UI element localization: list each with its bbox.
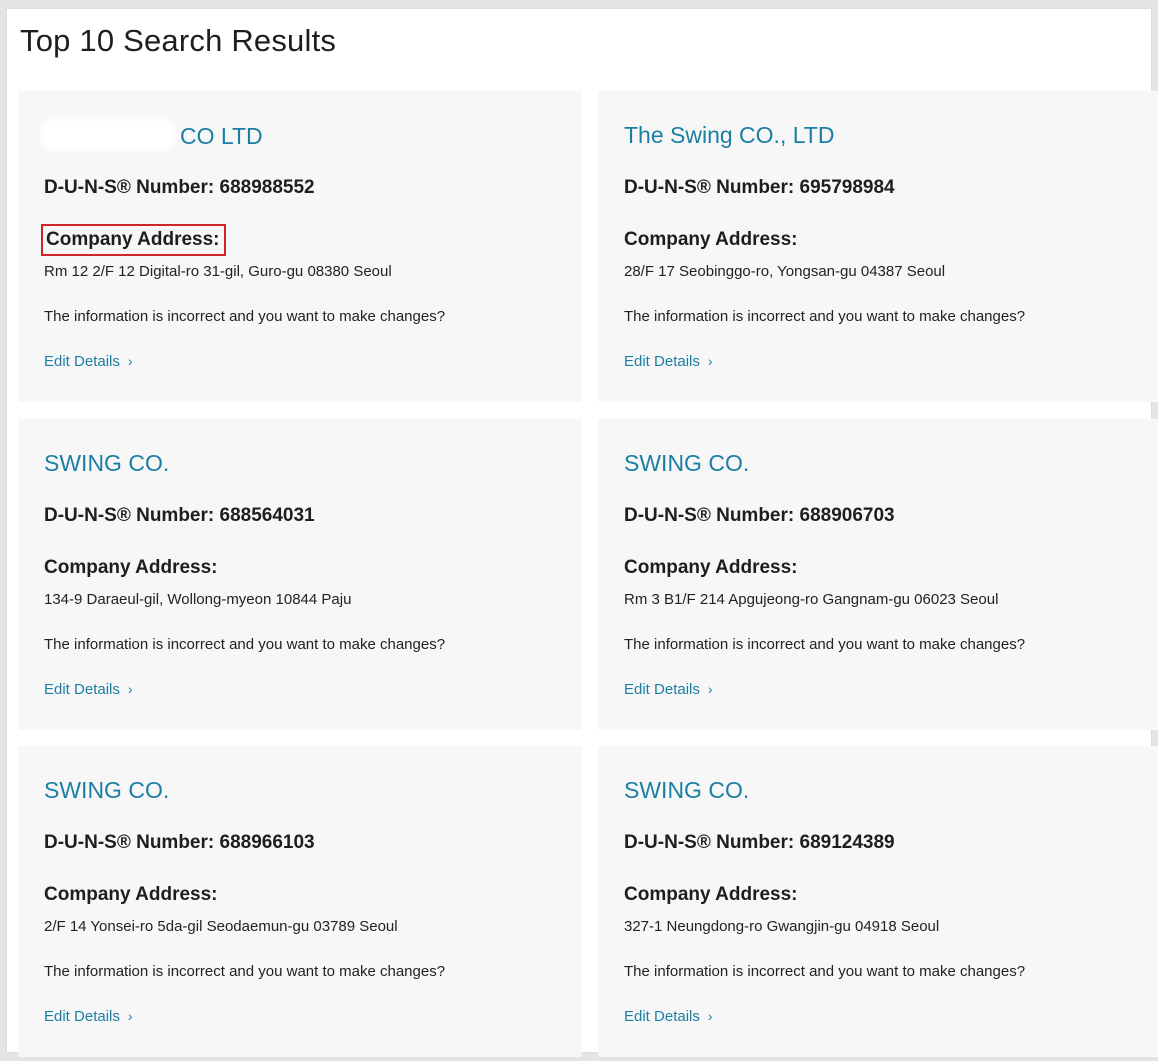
edit-details-label: Edit Details bbox=[44, 1008, 120, 1025]
chevron-right-icon: › bbox=[707, 681, 713, 697]
edit-details-label: Edit Details bbox=[44, 681, 120, 698]
company-name-link[interactable]: SWING CO. bbox=[624, 450, 749, 477]
company-address-label: Company Address: bbox=[41, 224, 226, 256]
duns-number: D-U-N-S® Number: 688966103 bbox=[44, 832, 315, 854]
company-address-label: Company Address: bbox=[44, 557, 218, 578]
result-card: SWING CO. D-U-N-S® Number: 689124389 Com… bbox=[598, 746, 1158, 1057]
incorrect-info-prompt: The information is incorrect and you wan… bbox=[624, 636, 1026, 653]
chevron-right-icon: › bbox=[127, 1008, 133, 1024]
duns-number: D-U-N-S® Number: 695798984 bbox=[624, 177, 895, 199]
search-results-panel: Top 10 Search Results CO LTD D-U-N-S® Nu… bbox=[6, 8, 1158, 1057]
company-address-label: Company Address: bbox=[624, 229, 798, 250]
chevron-right-icon: › bbox=[127, 353, 133, 369]
chevron-right-icon: › bbox=[707, 353, 713, 369]
company-name-link[interactable]: SWING CO. bbox=[44, 777, 169, 804]
incorrect-info-prompt: The information is incorrect and you wan… bbox=[624, 308, 1026, 325]
edit-details-link[interactable]: Edit Details › bbox=[624, 1008, 713, 1025]
company-address: 28/F 17 Seobinggo-ro, Yongsan-gu 04387 S… bbox=[624, 263, 946, 280]
incorrect-info-prompt: The information is incorrect and you wan… bbox=[44, 963, 446, 980]
duns-number: D-U-N-S® Number: 688564031 bbox=[44, 505, 315, 527]
duns-value: 688906703 bbox=[799, 505, 895, 526]
duns-label: D-U-N-S® Number: bbox=[44, 177, 220, 198]
company-address: 327-1 Neungdong-ro Gwangjin-gu 04918 Seo… bbox=[624, 918, 940, 935]
result-card: SWING CO. D-U-N-S® Number: 688564031 Com… bbox=[18, 419, 582, 730]
result-card: SWING CO. D-U-N-S® Number: 688906703 Com… bbox=[598, 419, 1158, 730]
duns-value: 688988552 bbox=[219, 177, 315, 198]
duns-label: D-U-N-S® Number: bbox=[44, 832, 220, 853]
edit-details-label: Edit Details bbox=[624, 1008, 700, 1025]
duns-label: D-U-N-S® Number: bbox=[624, 177, 800, 198]
company-address: 2/F 14 Yonsei-ro 5da-gil Seodaemun-gu 03… bbox=[44, 918, 398, 935]
duns-value: 695798984 bbox=[799, 177, 895, 198]
duns-number: D-U-N-S® Number: 688906703 bbox=[624, 505, 895, 527]
chevron-right-icon: › bbox=[707, 1008, 713, 1024]
company-address-label: Company Address: bbox=[624, 884, 798, 905]
duns-number: D-U-N-S® Number: 688988552 bbox=[44, 177, 315, 199]
result-card: The Swing CO., LTD D-U-N-S® Number: 6957… bbox=[598, 91, 1158, 402]
duns-value: 688564031 bbox=[219, 505, 315, 526]
company-address-label: Company Address: bbox=[624, 557, 798, 578]
company-name-link[interactable]: SWING CO. bbox=[44, 450, 169, 477]
incorrect-info-prompt: The information is incorrect and you wan… bbox=[44, 308, 446, 325]
edit-details-link[interactable]: Edit Details › bbox=[44, 681, 133, 698]
duns-label: D-U-N-S® Number: bbox=[624, 505, 800, 526]
result-card: SWING CO. D-U-N-S® Number: 688966103 Com… bbox=[18, 746, 582, 1057]
edit-details-label: Edit Details bbox=[624, 681, 700, 698]
page-title: Top 10 Search Results bbox=[20, 23, 337, 58]
company-name-link[interactable]: SWING CO. bbox=[624, 777, 749, 804]
incorrect-info-prompt: The information is incorrect and you wan… bbox=[624, 963, 1026, 980]
company-name-link[interactable]: CO LTD bbox=[44, 122, 263, 150]
edit-details-link[interactable]: Edit Details › bbox=[44, 1008, 133, 1025]
redacted-name-block bbox=[44, 122, 172, 148]
edit-details-link[interactable]: Edit Details › bbox=[44, 353, 133, 370]
duns-value: 688966103 bbox=[219, 832, 315, 853]
company-address: Rm 3 B1/F 214 Apgujeong-ro Gangnam-gu 06… bbox=[624, 591, 999, 608]
result-card: CO LTD D-U-N-S® Number: 688988552 Compan… bbox=[18, 91, 582, 402]
edit-details-label: Edit Details bbox=[44, 353, 120, 370]
duns-value: 689124389 bbox=[799, 832, 895, 853]
edit-details-link[interactable]: Edit Details › bbox=[624, 681, 713, 698]
company-address: Rm 12 2/F 12 Digital-ro 31-gil, Guro-gu … bbox=[44, 263, 392, 280]
edit-details-link[interactable]: Edit Details › bbox=[624, 353, 713, 370]
duns-label: D-U-N-S® Number: bbox=[624, 832, 800, 853]
incorrect-info-prompt: The information is incorrect and you wan… bbox=[44, 636, 446, 653]
company-name-text: CO LTD bbox=[180, 123, 263, 149]
duns-number: D-U-N-S® Number: 689124389 bbox=[624, 832, 895, 854]
company-name-link[interactable]: The Swing CO., LTD bbox=[624, 122, 834, 149]
company-address-label: Company Address: bbox=[44, 884, 218, 905]
company-address: 134-9 Daraeul-gil, Wollong-myeon 10844 P… bbox=[44, 591, 352, 608]
duns-label: D-U-N-S® Number: bbox=[44, 505, 220, 526]
chevron-right-icon: › bbox=[127, 681, 133, 697]
edit-details-label: Edit Details bbox=[624, 353, 700, 370]
